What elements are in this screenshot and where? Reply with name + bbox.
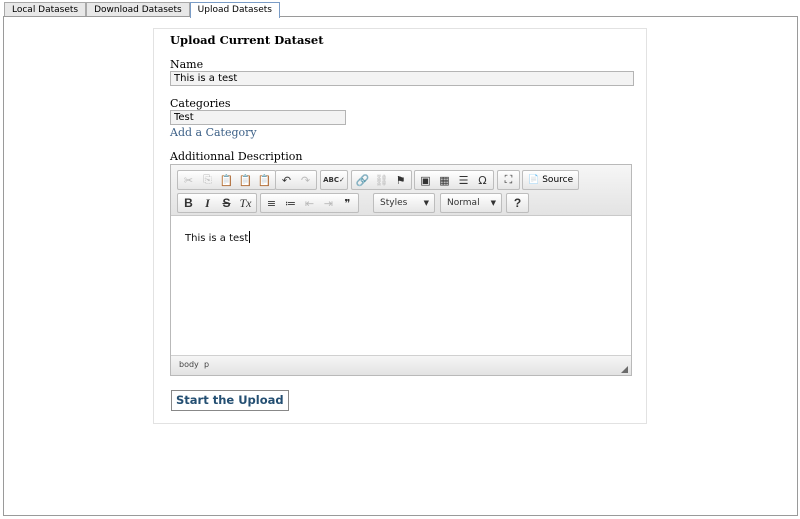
strike-button[interactable]: S: [217, 194, 236, 212]
remove-format-icon[interactable]: Tx: [236, 194, 255, 212]
paste-text-icon[interactable]: 📋: [236, 171, 255, 189]
tab-bar: Local Datasets Download Datasets Upload …: [4, 2, 280, 18]
upload-form-panel: Upload Current Dataset Name Categories A…: [153, 28, 647, 424]
unlink-icon[interactable]: ⛓: [372, 171, 391, 189]
paste-icon[interactable]: 📋: [217, 171, 236, 189]
help-group: ?: [506, 193, 529, 213]
editor-toolbar: ✂ ⎘ 📋 📋 📋 ↶ ↷ ABC✓ 🔗 ⛓ ⚑ ▣ ▦ ☰ Ω ⛶ 📄 Sou…: [171, 165, 631, 216]
bold-button[interactable]: B: [179, 194, 198, 212]
spellcheck-group: ABC✓: [320, 170, 348, 190]
description-label: Additionnal Description: [170, 150, 303, 163]
table-icon[interactable]: ▦: [435, 171, 454, 189]
basic-styles-group: B I S Tx: [177, 193, 257, 213]
paste-word-icon[interactable]: 📋: [255, 171, 274, 189]
resize-handle-icon[interactable]: [621, 366, 628, 373]
blockquote-icon[interactable]: ❞: [338, 194, 357, 212]
link-group: 🔗 ⛓ ⚑: [351, 170, 412, 190]
editor-statusbar: body p: [171, 355, 631, 375]
insert-group: ▣ ▦ ☰ Ω: [414, 170, 494, 190]
text-caret: [249, 231, 251, 243]
tab-local-datasets[interactable]: Local Datasets: [4, 2, 87, 17]
source-group: 📄 Source: [522, 170, 580, 190]
tab-download-datasets[interactable]: Download Datasets: [86, 2, 190, 17]
chevron-down-icon: ▼: [490, 199, 496, 207]
undo-group: ↶ ↷: [275, 170, 317, 190]
cut-icon[interactable]: ✂: [179, 171, 198, 189]
copy-icon[interactable]: ⎘: [198, 171, 217, 189]
clipboard-group: ✂ ⎘ 📋 📋 📋: [177, 170, 276, 190]
link-icon[interactable]: 🔗: [353, 171, 372, 189]
image-icon[interactable]: ▣: [416, 171, 435, 189]
anchor-icon[interactable]: ⚑: [391, 171, 410, 189]
source-label: Source: [542, 175, 574, 185]
maximize-group: ⛶: [497, 170, 520, 190]
rich-text-editor: ✂ ⎘ 📋 📋 📋 ↶ ↷ ABC✓ 🔗 ⛓ ⚑ ▣ ▦ ☰ Ω ⛶ 📄 Sou…: [170, 164, 632, 376]
format-label: Normal: [447, 198, 480, 208]
numbered-list-icon[interactable]: ≡: [262, 194, 281, 212]
italic-button[interactable]: I: [198, 194, 217, 212]
indent-icon[interactable]: ⇥: [319, 194, 338, 212]
source-button[interactable]: 📄 Source: [524, 175, 577, 185]
spellcheck-icon[interactable]: ABC✓: [322, 171, 346, 189]
help-icon[interactable]: ?: [508, 194, 527, 212]
undo-icon[interactable]: ↶: [277, 171, 296, 189]
path-p[interactable]: p: [204, 360, 209, 369]
styles-dropdown[interactable]: Styles ▼: [373, 193, 435, 213]
redo-icon[interactable]: ↷: [296, 171, 315, 189]
outdent-icon[interactable]: ⇤: [300, 194, 319, 212]
categories-label: Categories: [170, 97, 231, 110]
bulleted-list-icon[interactable]: ≔: [281, 194, 300, 212]
editor-content-area[interactable]: This is a test: [185, 231, 251, 244]
horizontal-rule-icon[interactable]: ☰: [454, 171, 473, 189]
source-icon: 📄: [528, 175, 540, 185]
name-input[interactable]: [170, 71, 634, 86]
special-char-icon[interactable]: Ω: [473, 171, 492, 189]
form-title: Upload Current Dataset: [170, 33, 324, 47]
add-category-link[interactable]: Add a Category: [170, 126, 257, 139]
start-upload-button[interactable]: Start the Upload: [171, 390, 289, 411]
editor-text: This is a test: [185, 233, 249, 244]
tab-upload-datasets[interactable]: Upload Datasets: [189, 2, 280, 18]
list-group: ≡ ≔ ⇤ ⇥ ❞: [260, 193, 359, 213]
path-body[interactable]: body: [179, 360, 199, 369]
categories-input[interactable]: [170, 110, 346, 125]
maximize-icon[interactable]: ⛶: [499, 171, 518, 189]
styles-label: Styles: [380, 198, 408, 208]
format-dropdown[interactable]: Normal ▼: [440, 193, 502, 213]
chevron-down-icon: ▼: [423, 199, 429, 207]
name-label: Name: [170, 58, 204, 71]
